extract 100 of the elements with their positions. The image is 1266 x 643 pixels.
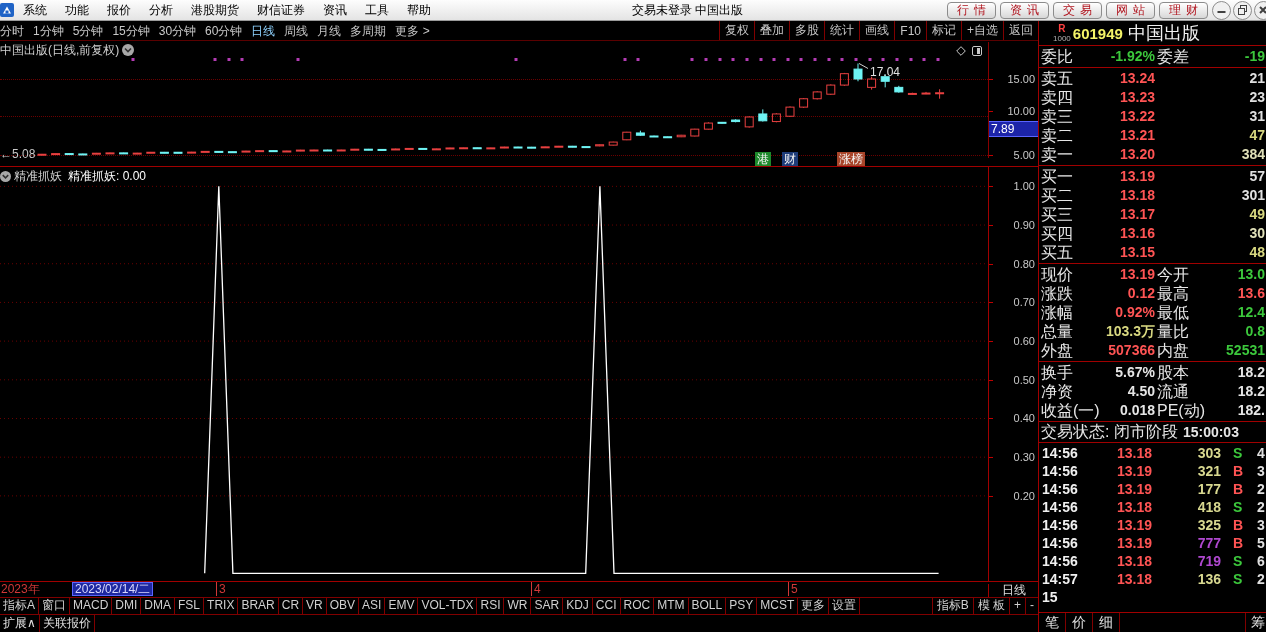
period-tab[interactable]: 日线 (251, 22, 276, 39)
indicator-tab[interactable]: TRIX (204, 598, 239, 614)
order-volume: 30 (1249, 224, 1266, 243)
toolbar-button[interactable]: 统计 (824, 21, 860, 40)
toolbar-button[interactable]: F10 (894, 21, 926, 40)
chevron-circle-icon[interactable] (122, 44, 135, 56)
indicator-tab[interactable]: VR (303, 598, 327, 614)
indicator-tab[interactable]: CR (278, 598, 304, 614)
chevron-circle-icon[interactable] (0, 170, 11, 182)
indicator-tab[interactable]: 窗口 (39, 598, 70, 614)
menu-item[interactable]: 分析 (140, 1, 182, 19)
period-tab[interactable]: 多周期 (350, 22, 387, 39)
menu-item[interactable]: 财信证券 (248, 1, 314, 19)
toolbar-button[interactable]: 返回 (1003, 21, 1038, 40)
tick-count: 4 (1256, 444, 1265, 462)
stock-name: 中国出版 (1127, 22, 1200, 45)
indicator-tab[interactable]: 模 板 (972, 598, 1009, 614)
tick-volume: 418 (1197, 498, 1221, 516)
field-label: 收益(一) (1041, 401, 1100, 420)
toolbar-button[interactable]: 叠加 (754, 21, 790, 40)
menu-item[interactable]: 报价 (98, 1, 140, 19)
indicator-tab[interactable]: KDJ (563, 598, 593, 614)
month-label: 5 (788, 582, 798, 596)
tick-price: 13.19 (1117, 534, 1154, 552)
toolbar-button[interactable]: 复权 (719, 21, 755, 40)
tick-time: 14:57 (1042, 570, 1079, 588)
diamond-icon[interactable] (956, 46, 966, 56)
quick-link-button[interactable]: 交易 (1053, 1, 1102, 19)
period-tab[interactable]: 月线 (317, 22, 342, 39)
indicator-tab[interactable]: 指标B (931, 598, 973, 614)
indicator-tab[interactable]: + (1009, 598, 1025, 614)
order-volume: 48 (1249, 243, 1266, 262)
indicator-tab[interactable]: CCI (592, 598, 621, 614)
menu-item[interactable]: 系统 (14, 1, 56, 19)
menu-item[interactable]: 功能 (56, 1, 98, 19)
indicator-tab[interactable]: PSY (726, 598, 758, 614)
menu-item[interactable]: 工具 (356, 1, 398, 19)
toolbar-button[interactable]: 多股 (789, 21, 825, 40)
panel-icon[interactable] (972, 46, 982, 56)
menu-item[interactable]: 港股期货 (182, 1, 248, 19)
indicator-tab[interactable]: 更多 (798, 598, 830, 614)
axis-label: 0.30 (1012, 451, 1035, 464)
indicator-tab[interactable]: 指标A (0, 598, 39, 614)
quick-link-button[interactable]: 资讯 (1000, 1, 1049, 19)
indicator-tab[interactable]: RSI (477, 598, 505, 614)
tick-count: 3 (1256, 516, 1265, 534)
period-tab[interactable]: 60分钟 (205, 22, 243, 39)
indicator-tab[interactable]: MCST (757, 598, 799, 614)
period-tab[interactable]: 周线 (284, 22, 309, 39)
indicator-name: 精准抓妖 (14, 169, 62, 183)
indicator-tab[interactable]: ROC (620, 598, 655, 614)
indicator-tab[interactable]: WR (504, 598, 532, 614)
quick-link-button[interactable]: 理财 (1159, 1, 1208, 19)
indicator-tab[interactable]: - (1025, 598, 1038, 614)
toolbar-button[interactable]: 标记 (926, 21, 961, 40)
period-tab[interactable]: 更多 > (395, 22, 430, 39)
quick-link-button[interactable]: 行情 (947, 1, 996, 19)
indicator-tab[interactable]: SAR (531, 598, 564, 614)
period-tab[interactable]: 1分钟 (33, 22, 64, 39)
field-value: 103.3万 (1105, 322, 1155, 341)
indicator-tab[interactable]: OBV (326, 598, 360, 614)
field-label: 股本 (1157, 363, 1189, 382)
order-level-label: 卖二 (1041, 126, 1073, 145)
indicator-tab[interactable]: BOLL (688, 598, 727, 614)
field-label: 委比 (1041, 47, 1073, 66)
field-value: 0.018 (1119, 401, 1155, 420)
indicator-tab[interactable]: BRAR (238, 598, 279, 614)
restore-icon[interactable] (1233, 0, 1252, 20)
tick-count: 6 (1256, 552, 1265, 570)
indicator-tab[interactable]: DMI (112, 598, 142, 614)
toolbar-button[interactable]: +自选 (961, 21, 1003, 40)
minimize-icon[interactable] (1212, 0, 1231, 20)
indicator-tab[interactable]: FSL (175, 598, 205, 614)
quick-link-button[interactable]: 网站 (1106, 1, 1155, 19)
axis-label: 0.80 (1012, 257, 1035, 270)
indicator-tab[interactable]: 设置 (829, 598, 861, 614)
close-icon[interactable] (1254, 0, 1266, 20)
field-value: 12.4 (1237, 303, 1265, 322)
indicator-tab[interactable]: DMA (141, 598, 176, 614)
order-volume: 23 (1249, 88, 1266, 107)
axis-label: 0.60 (1012, 335, 1035, 348)
field-label: 委差 (1157, 47, 1189, 66)
menu-item[interactable]: 资讯 (314, 1, 356, 19)
period-tab[interactable]: 5分钟 (72, 22, 104, 39)
indicator-tab[interactable]: MACD (70, 598, 113, 614)
tick-count: 3 (1256, 462, 1265, 480)
indicator-tab[interactable]: VOL-TDX (418, 598, 478, 614)
tick-price: 13.18 (1117, 570, 1154, 588)
order-level-label: 买四 (1041, 224, 1073, 243)
indicator-tab[interactable]: ASI (359, 598, 386, 614)
low-price-label: ←5.08 (0, 147, 36, 161)
tick-volume: 303 (1197, 444, 1221, 462)
period-tab[interactable]: 15分钟 (112, 22, 150, 39)
toolbar-button[interactable]: 画线 (859, 21, 895, 40)
indicator-tab[interactable]: EMV (385, 598, 419, 614)
axis-label: 1.00 (1012, 180, 1035, 193)
period-tab[interactable]: 30分钟 (158, 22, 197, 39)
period-tab[interactable]: 分时 (0, 22, 24, 39)
indicator-tab[interactable]: MTM (654, 598, 689, 614)
menu-item[interactable]: 帮助 (398, 1, 440, 19)
